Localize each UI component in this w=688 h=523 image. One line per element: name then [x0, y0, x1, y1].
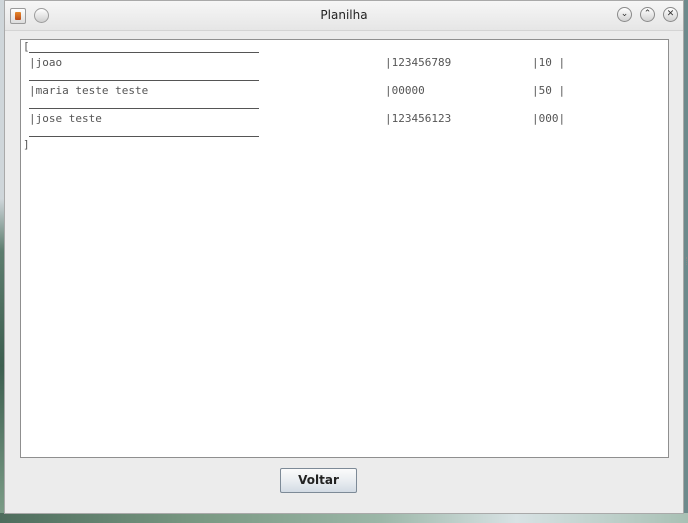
row-name: |joao	[29, 56, 63, 69]
row-name: |maria teste teste	[29, 84, 149, 97]
row-separator	[29, 108, 259, 109]
close-icon: ✕	[666, 9, 675, 19]
row-separator	[29, 136, 259, 137]
row-separator	[29, 52, 259, 53]
row-name: |jose teste	[29, 112, 102, 125]
close-bracket: ]	[23, 138, 30, 151]
row-value: |50 |	[532, 84, 566, 97]
window-title: Planilha	[320, 8, 368, 22]
title-bar[interactable]: Planilha ⌄ ⌃ ✕	[5, 1, 683, 31]
row-value: |000|	[532, 112, 566, 125]
desktop-background-bottom	[0, 513, 688, 523]
minimize-button[interactable]: ⌄	[617, 7, 632, 22]
maximize-button[interactable]: ⌃	[640, 7, 655, 22]
planilha-window: Planilha ⌄ ⌃ ✕ [ |joao |123456789 |10 | …	[4, 0, 687, 514]
row-value: |10 |	[532, 56, 566, 69]
row-phone: |123456789	[385, 56, 452, 69]
row-phone: |123456123	[385, 112, 452, 125]
spreadsheet-text-area[interactable]: [ |joao |123456789 |10 | |maria teste te…	[20, 39, 669, 458]
chevron-up-icon: ⌃	[643, 9, 652, 19]
row-phone: |00000	[385, 84, 425, 97]
close-button[interactable]: ✕	[663, 7, 678, 22]
chevron-down-icon: ⌄	[620, 9, 629, 19]
row-separator	[29, 80, 259, 81]
voltar-button[interactable]: Voltar	[280, 468, 357, 493]
